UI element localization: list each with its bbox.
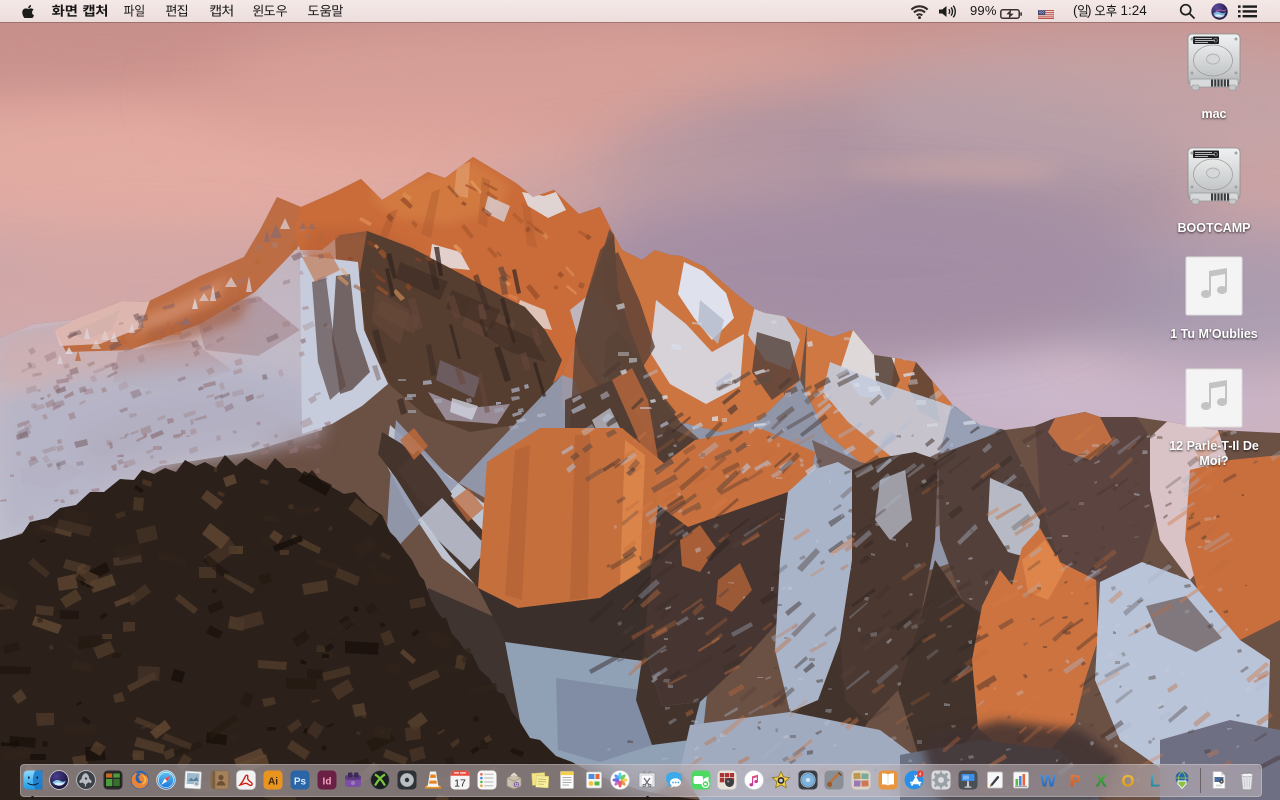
svg-text:L: L	[1150, 772, 1160, 791]
svg-text:Q: Q	[514, 782, 518, 787]
svg-text:Ai: Ai	[268, 777, 278, 788]
svg-text:P: P	[1069, 772, 1080, 791]
svg-text:Ps: Ps	[294, 777, 307, 788]
svg-text:17: 17	[454, 778, 466, 790]
svg-text:W: W	[1040, 772, 1057, 791]
svg-text:Id: Id	[322, 777, 331, 788]
svg-text:4: 4	[919, 771, 922, 776]
svg-text:O: O	[1121, 772, 1134, 791]
svg-text:X: X	[1096, 772, 1108, 791]
